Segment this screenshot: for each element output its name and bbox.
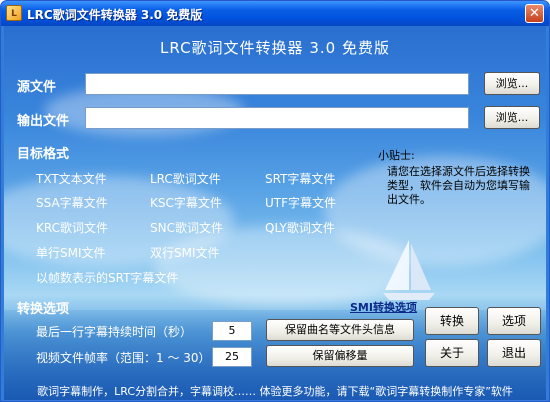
output-file-field[interactable]: [85, 107, 469, 129]
formats-label: 目标格式: [17, 147, 70, 162]
output-label: 输出文件: [17, 114, 70, 129]
title-bar[interactable]: L LRC歌词文件转换器 3.0 免费版 ✕: [1, 1, 549, 26]
app-heading: LRC歌词文件转换器 3.0 免费版: [160, 39, 390, 57]
output-browse-button[interactable]: 浏览...: [484, 106, 540, 129]
format-srt[interactable]: SRT字幕文件: [265, 170, 335, 187]
close-button[interactable]: ✕: [525, 4, 544, 23]
format-utf[interactable]: UTF字幕文件: [265, 194, 336, 211]
app-icon: L: [6, 5, 22, 21]
format-smi-double[interactable]: 双行SMI文件: [150, 244, 220, 261]
format-txt[interactable]: TXT文本文件: [36, 170, 107, 187]
options-label: 转换选项: [17, 302, 70, 317]
sailboat-icon: [383, 240, 435, 300]
last-line-duration-input[interactable]: 5: [212, 321, 252, 341]
format-srt-frames[interactable]: 以帧数表示的SRT字幕文件: [36, 269, 178, 286]
format-smi-single[interactable]: 单行SMI文件: [36, 244, 106, 261]
last-line-duration-label: 最后一行字幕持续时间（秒）: [36, 325, 193, 339]
smi-options-link[interactable]: SMI转换选项: [350, 299, 417, 315]
format-krc[interactable]: KRC歌词文件: [36, 219, 108, 236]
format-snc[interactable]: SNC歌词文件: [150, 219, 223, 236]
fps-input[interactable]: 25: [212, 347, 252, 367]
window-title: LRC歌词文件转换器 3.0 免费版: [27, 8, 203, 22]
format-ssa[interactable]: SSA字幕文件: [36, 194, 108, 211]
app-window: L LRC歌词文件转换器 3.0 免费版 ✕ LRC歌词文件转换器 3.0 免费…: [0, 0, 550, 402]
convert-button[interactable]: 转换: [425, 307, 479, 335]
footer-promo-text[interactable]: 歌词字幕制作，LRC分割合并，字幕调校…… 体验更多功能，请下载“歌词字幕转换制…: [4, 383, 546, 399]
source-label: 源文件: [17, 80, 57, 95]
fps-label: 视频文件帧率（范围：1 ～ 30）: [36, 351, 211, 365]
tip-text: 请您在选择源文件后选择转换类型，软件会自动为您填写输出文件。: [387, 165, 530, 206]
format-qly[interactable]: QLY歌词文件: [265, 219, 335, 236]
source-browse-button[interactable]: 浏览...: [484, 72, 540, 95]
keep-header-button[interactable]: 保留曲名等文件头信息: [266, 319, 414, 341]
client-area: LRC歌词文件转换器 3.0 免费版 源文件 浏览... 输出文件 浏览... …: [4, 26, 546, 400]
format-lrc[interactable]: LRC歌词文件: [150, 170, 221, 187]
exit-button[interactable]: 退出: [487, 339, 541, 367]
about-button[interactable]: 关于: [425, 339, 479, 367]
options-button[interactable]: 选项: [487, 307, 541, 335]
source-file-field[interactable]: [85, 73, 469, 95]
keep-offset-button[interactable]: 保留偏移量: [266, 345, 414, 367]
format-ksc[interactable]: KSC字幕文件: [150, 194, 222, 211]
tip-title: 小贴士:: [378, 149, 415, 162]
